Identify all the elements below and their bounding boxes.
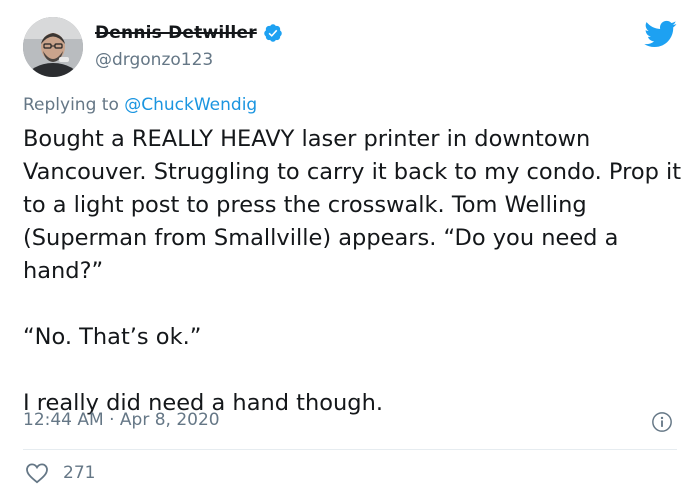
avatar[interactable]: [23, 17, 83, 77]
user-handle[interactable]: @drgonzo123: [95, 50, 213, 70]
tweet-body: Bought a REALLY HEAVY laser printer in d…: [23, 123, 683, 420]
tweet-paragraph: “No. That’s ok.”: [23, 324, 202, 350]
tweet-paragraph: Bought a REALLY HEAVY laser printer in d…: [23, 126, 682, 284]
divider: [23, 449, 677, 450]
replying-to-line: Replying to @ChuckWendig: [23, 95, 257, 115]
tweet-card: Dennis Detwiller @drgonzo123 Replying to…: [0, 0, 700, 503]
tweet-date: Apr 8, 2020: [119, 410, 220, 430]
like-action[interactable]: 271: [25, 462, 95, 484]
info-icon[interactable]: [651, 411, 673, 433]
replying-to-label: Replying to: [23, 95, 119, 115]
heart-icon[interactable]: [25, 462, 49, 484]
twitter-bird-icon[interactable]: [643, 19, 677, 49]
name-row: Dennis Detwiller: [95, 20, 283, 46]
tweet-time: 12:44 AM: [23, 410, 104, 430]
display-name[interactable]: Dennis Detwiller: [95, 23, 257, 43]
verified-badge-icon: [264, 24, 282, 42]
timestamp-separator: ·: [109, 410, 115, 430]
avatar-photo-icon: [23, 17, 83, 77]
like-count: 271: [63, 463, 96, 483]
tweet-timestamp[interactable]: 12:44 AM · Apr 8, 2020: [23, 410, 220, 430]
reply-mention-link[interactable]: @ChuckWendig: [124, 95, 257, 115]
